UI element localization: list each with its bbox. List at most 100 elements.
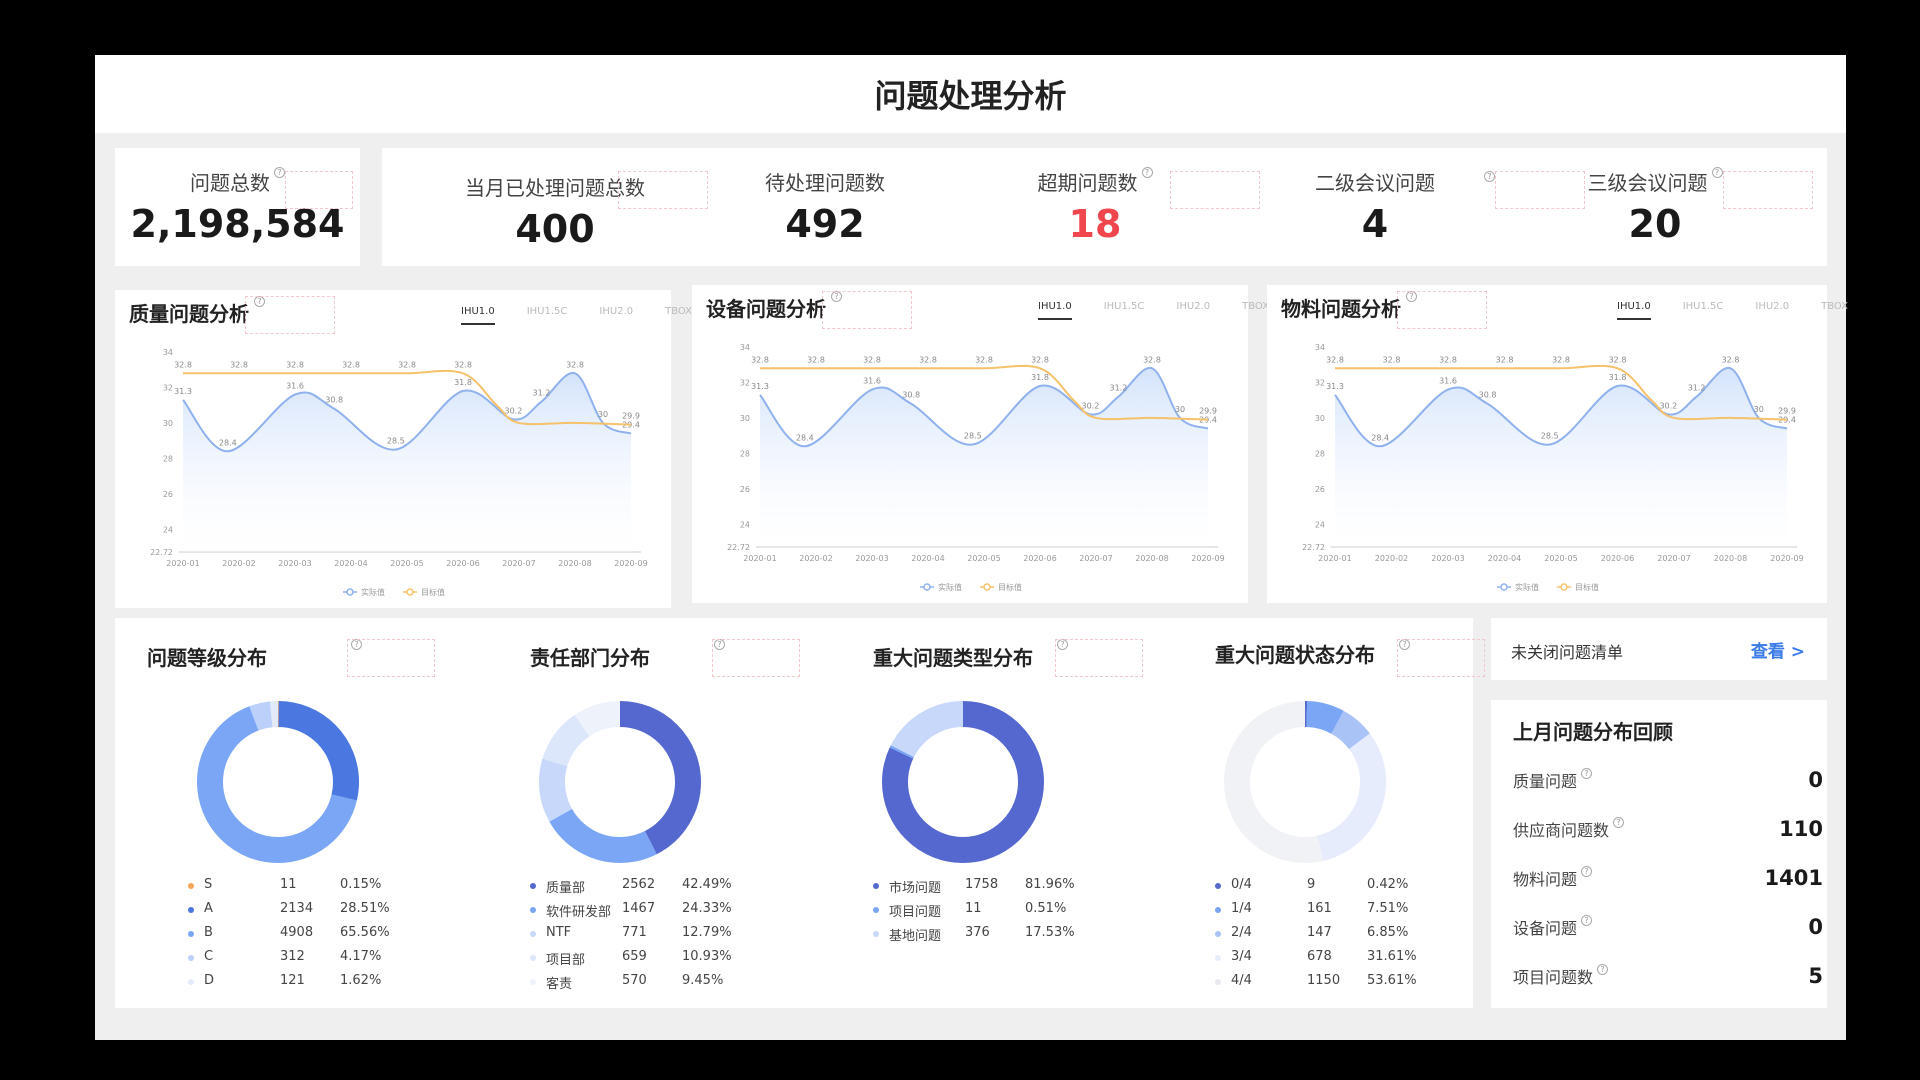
legend-row[interactable]: 3/4 678 31.61% <box>1215 949 1417 964</box>
y-tick-label: 30 <box>740 414 750 423</box>
kpi-label: 超期问题数 <box>1037 171 1138 195</box>
legend-percent: 53.61% <box>1367 973 1417 988</box>
y-tick-label: 28 <box>1315 449 1325 458</box>
legend-percent: 0.42% <box>1367 877 1409 892</box>
data-label: 31.6 <box>1439 377 1457 386</box>
y-tick-label: 24 <box>163 525 173 534</box>
y-tick-label: 34 <box>163 348 173 357</box>
placeholder-box <box>712 639 800 677</box>
data-label: 32.8 <box>174 360 192 369</box>
legend-label[interactable]: 实际值 <box>938 582 962 592</box>
legend-label[interactable]: 实际值 <box>361 587 385 597</box>
y-tick-label: 26 <box>1315 485 1325 494</box>
legend-row[interactable]: NTF 771 12.79% <box>530 925 732 940</box>
legend-row[interactable]: D 121 1.62% <box>188 973 381 988</box>
info-icon[interactable]: ? <box>1613 817 1625 828</box>
legend-dot <box>1215 979 1221 985</box>
info-icon[interactable]: ? <box>1597 964 1609 975</box>
legend-percent: 9.45% <box>682 973 724 988</box>
legend-marker <box>346 588 354 596</box>
legend-row[interactable]: 0/4 9 0.42% <box>1215 877 1408 892</box>
data-label: 32.8 <box>1609 355 1627 364</box>
data-label: 31.2 <box>532 389 550 398</box>
distribution-title: 重大问题类型分布 <box>873 646 1033 670</box>
info-icon[interactable]: ? <box>1581 915 1593 926</box>
legend-name: 基地问题 <box>889 929 942 944</box>
legend-percent: 42.49% <box>682 877 732 892</box>
legend-name: 市场问题 <box>889 881 942 896</box>
y-tick-label: 22.72 <box>727 543 750 552</box>
info-icon[interactable]: ? <box>1141 167 1153 178</box>
data-label: 31.6 <box>286 382 304 391</box>
legend-percent: 1.62% <box>340 973 382 988</box>
info-icon[interactable]: ? <box>1581 866 1593 877</box>
legend-name: B <box>204 925 213 940</box>
legend-count: 312 <box>280 949 305 964</box>
view-link[interactable]: 查看 > <box>1751 637 1805 662</box>
kpi-label: 问题总数 <box>190 171 270 195</box>
data-label: 30.2 <box>1081 401 1099 410</box>
legend-row[interactable]: B 4908 65.56% <box>188 925 390 940</box>
legend-percent: 81.96% <box>1025 877 1075 892</box>
legend-row[interactable]: A 2134 28.51% <box>188 901 390 916</box>
data-label: 32.8 <box>342 360 360 369</box>
data-label: 32.8 <box>863 355 881 364</box>
review-row: 设备问题? 0 <box>1513 915 1823 939</box>
legend-dot <box>873 931 879 937</box>
legend-row[interactable]: 4/4 1150 53.61% <box>1215 973 1417 988</box>
kpi-pending: 待处理问题数 492 <box>715 167 935 246</box>
legend-name: 1/4 <box>1231 901 1252 916</box>
legend-row[interactable]: 客责 570 9.45% <box>530 973 723 992</box>
legend-row[interactable]: 2/4 147 6.85% <box>1215 925 1408 940</box>
legend-label[interactable]: 目标值 <box>421 587 445 597</box>
legend-percent: 65.56% <box>340 925 390 940</box>
review-label: 项目问题数 <box>1513 968 1594 987</box>
x-tick-label: 2020-04 <box>1488 554 1521 563</box>
legend-percent: 10.93% <box>682 949 732 964</box>
x-tick-label: 2020-06 <box>446 559 479 568</box>
data-label: 32.8 <box>919 355 937 364</box>
legend-label[interactable]: 目标值 <box>1575 582 1599 592</box>
placeholder-box <box>618 171 708 209</box>
legend-count: 121 <box>280 973 305 988</box>
data-label: 31.2 <box>1109 384 1127 393</box>
legend-row[interactable]: 质量部 2562 42.49% <box>530 877 732 896</box>
info-icon[interactable]: ? <box>1581 768 1593 779</box>
y-tick-label: 22.72 <box>150 548 173 557</box>
legend-row[interactable]: 基地问题 376 17.53% <box>873 925 1075 944</box>
legend-dot <box>188 931 194 937</box>
info-icon[interactable]: ? <box>1484 171 1495 182</box>
legend-row[interactable]: C 312 4.17% <box>188 949 381 964</box>
data-label: 32.8 <box>1439 355 1457 364</box>
x-tick-label: 2020-08 <box>1135 554 1168 563</box>
legend-name: 客责 <box>546 977 573 992</box>
legend-label[interactable]: 实际值 <box>1515 582 1539 592</box>
legend-row[interactable]: 1/4 161 7.51% <box>1215 901 1408 916</box>
dashboard-screen: 问题处理分析 问题总数? 2,198,584 当月已处理问题总数 400 待处理… <box>95 55 1848 1040</box>
legend-dot <box>1215 883 1221 889</box>
review-row: 质量问题? 0 <box>1513 768 1823 792</box>
legend-label[interactable]: 目标值 <box>998 582 1022 592</box>
info-icon[interactable]: ? <box>274 167 285 178</box>
review-value: 1401 <box>1764 866 1823 890</box>
legend-row[interactable]: 项目问题 11 0.51% <box>873 901 1066 920</box>
data-label: 32.8 <box>1722 355 1740 364</box>
legend-name: NTF <box>546 925 572 940</box>
review-label: 物料问题 <box>1513 870 1578 889</box>
legend-dot <box>1215 955 1221 961</box>
data-label: 31.8 <box>1031 373 1049 382</box>
legend-dot <box>873 883 879 889</box>
legend-row[interactable]: 市场问题 1758 81.96% <box>873 877 1075 896</box>
legend-count: 2134 <box>280 901 314 916</box>
x-tick-label: 2020-04 <box>911 554 944 563</box>
y-tick-label: 26 <box>740 485 750 494</box>
legend-count: 659 <box>622 949 647 964</box>
legend-row[interactable]: 软件研发部 1467 24.33% <box>530 901 732 920</box>
legend-row[interactable]: 项目部 659 10.93% <box>530 949 732 968</box>
info-icon[interactable]: ? <box>1711 167 1723 178</box>
data-label: 32.8 <box>1552 355 1570 364</box>
x-tick-label: 2020-05 <box>1544 554 1577 563</box>
legend-row[interactable]: S 11 0.15% <box>188 877 381 892</box>
data-label: 32.8 <box>975 355 993 364</box>
kpi-value: 492 <box>785 202 865 246</box>
